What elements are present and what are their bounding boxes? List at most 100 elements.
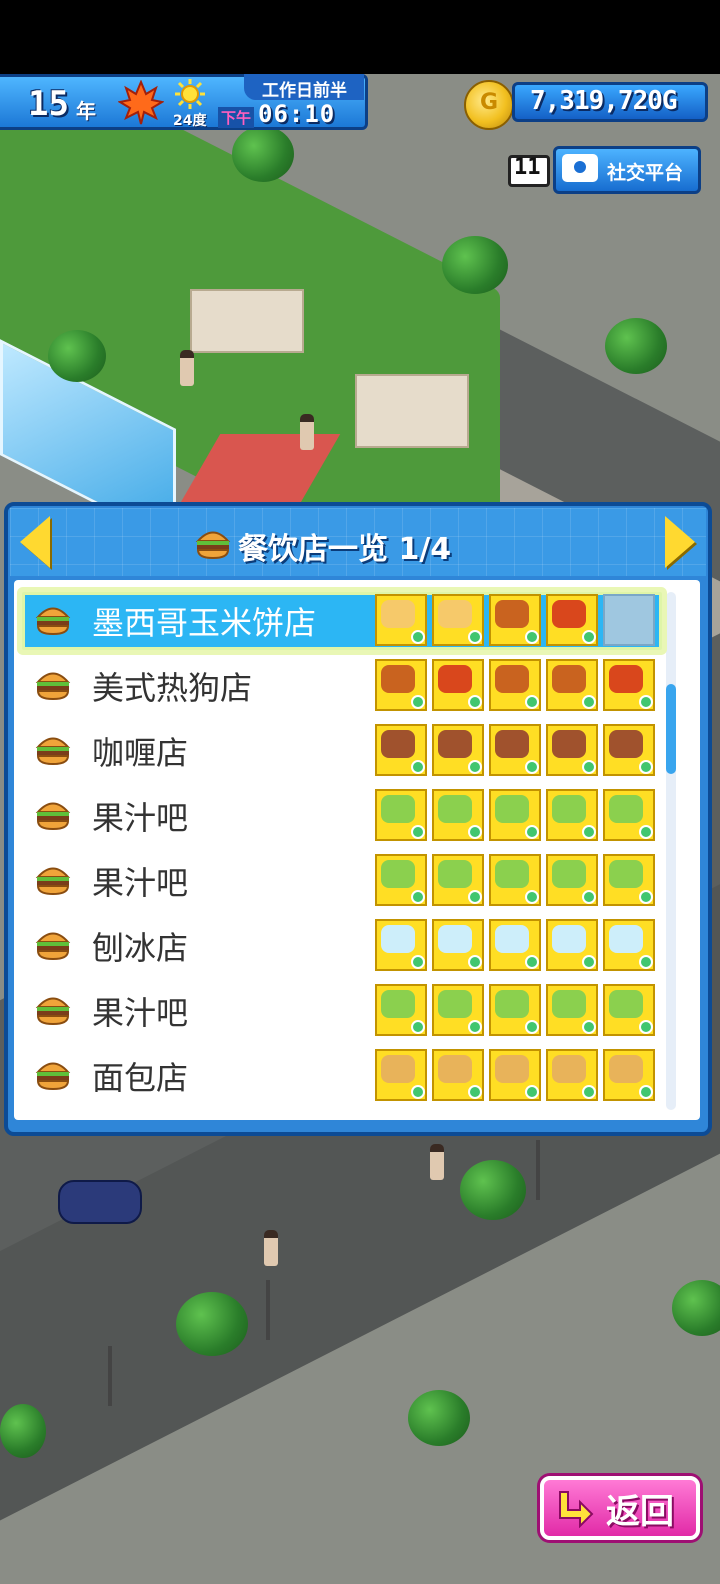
checkmark-icon: [639, 1020, 653, 1034]
shaved-ice-item-icon[interactable]: [546, 919, 598, 971]
burger-icon: [35, 607, 71, 636]
bread-item-icon[interactable]: [546, 1049, 598, 1101]
juice-item-icon[interactable]: [489, 789, 541, 841]
shaved-ice-item-icon[interactable]: [489, 919, 541, 971]
next-page-arrow-icon[interactable]: [665, 516, 695, 568]
visitor[interactable]: [430, 1144, 444, 1180]
drumstick-item-icon[interactable]: [546, 659, 598, 711]
burger-icon: [35, 672, 71, 701]
burger-icon: [35, 932, 71, 961]
tent: [355, 374, 469, 448]
checkmark-icon: [525, 1020, 539, 1034]
visitor[interactable]: [180, 350, 194, 386]
scrollbar-thumb[interactable]: [666, 684, 676, 774]
drumstick-item-icon[interactable]: [489, 659, 541, 711]
juice-item-icon[interactable]: [546, 984, 598, 1036]
juice-icon: [609, 860, 643, 888]
juice-item-icon[interactable]: [375, 789, 427, 841]
burger-icon: [35, 737, 71, 766]
juice-item-icon[interactable]: [546, 854, 598, 906]
bread-item-icon[interactable]: [489, 1049, 541, 1101]
curry-item-icon[interactable]: [546, 724, 598, 776]
curry-icon: [609, 730, 643, 758]
visitor[interactable]: [300, 414, 314, 450]
juice-icon: [552, 795, 586, 823]
year-unit: 年: [76, 99, 96, 123]
visitor[interactable]: [264, 1230, 278, 1266]
drumstick-icon: [552, 665, 586, 693]
drumstick-icon: [495, 665, 529, 693]
year-value: 15: [28, 84, 69, 124]
checkmark-icon: [525, 760, 539, 774]
maple-leaf-icon: [118, 80, 164, 125]
shop-name: 果汁吧: [92, 799, 189, 837]
juice-icon: [438, 990, 472, 1018]
shaved-ice-item-icon[interactable]: [375, 919, 427, 971]
checkmark-icon: [582, 1085, 596, 1099]
bread-icon: [552, 1055, 586, 1083]
previous-page-arrow-icon[interactable]: [20, 516, 50, 568]
shaved-ice-icon: [381, 925, 415, 953]
shaved-ice-icon: [609, 925, 643, 953]
return-arrow-icon: [559, 1491, 594, 1528]
empty-item-slot[interactable]: [603, 594, 655, 646]
drumstick-icon: [495, 600, 529, 628]
checkmark-icon: [582, 825, 596, 839]
corndog-item-icon[interactable]: [546, 594, 598, 646]
checkmark-icon: [639, 890, 653, 904]
burger-icon: [195, 531, 231, 560]
shop-name: 果汁吧: [92, 864, 189, 902]
shop-name: 咖喱店: [92, 734, 189, 772]
juice-item-icon[interactable]: [603, 854, 655, 906]
juice-icon: [381, 990, 415, 1018]
corndog-item-icon[interactable]: [432, 659, 484, 711]
juice-icon: [495, 990, 529, 1018]
checkmark-icon: [639, 695, 653, 709]
checkmark-icon: [582, 695, 596, 709]
juice-item-icon[interactable]: [603, 789, 655, 841]
juice-item-icon[interactable]: [489, 984, 541, 1036]
checkmark-icon: [525, 955, 539, 969]
bread-item-icon[interactable]: [375, 1049, 427, 1101]
juice-item-icon[interactable]: [546, 789, 598, 841]
bread-item-icon[interactable]: [432, 1049, 484, 1101]
curry-item-icon[interactable]: [375, 724, 427, 776]
sun-icon: [175, 79, 205, 109]
juice-item-icon[interactable]: [489, 854, 541, 906]
drumstick-item-icon[interactable]: [375, 659, 427, 711]
bread-item-icon[interactable]: [603, 1049, 655, 1101]
burger-icon: [35, 1062, 71, 1091]
checkmark-icon: [411, 1085, 425, 1099]
juice-item-icon[interactable]: [603, 984, 655, 1036]
checkmark-icon: [411, 760, 425, 774]
juice-item-icon[interactable]: [432, 854, 484, 906]
checkmark-icon: [582, 760, 596, 774]
checkmark-icon: [525, 695, 539, 709]
juice-item-icon[interactable]: [432, 789, 484, 841]
bread-icon: [495, 1055, 529, 1083]
juice-item-icon[interactable]: [375, 984, 427, 1036]
bread-icon: [609, 1055, 643, 1083]
taco-item-icon[interactable]: [432, 594, 484, 646]
curry-item-icon[interactable]: [603, 724, 655, 776]
checkmark-icon: [411, 630, 425, 644]
curry-item-icon[interactable]: [432, 724, 484, 776]
corndog-icon: [609, 665, 643, 693]
scrollbar[interactable]: [666, 592, 676, 1110]
shaved-ice-item-icon[interactable]: [603, 919, 655, 971]
checkmark-icon: [411, 825, 425, 839]
notification-count: 11: [514, 155, 541, 180]
tree: [460, 1160, 526, 1220]
checkmark-icon: [639, 1085, 653, 1099]
juice-item-icon[interactable]: [432, 984, 484, 1036]
corndog-item-icon[interactable]: [603, 659, 655, 711]
curry-item-icon[interactable]: [489, 724, 541, 776]
drumstick-item-icon[interactable]: [489, 594, 541, 646]
shaved-ice-icon: [438, 925, 472, 953]
shaved-ice-icon: [552, 925, 586, 953]
curry-icon: [381, 730, 415, 758]
corndog-icon: [552, 600, 586, 628]
shaved-ice-item-icon[interactable]: [432, 919, 484, 971]
taco-item-icon[interactable]: [375, 594, 427, 646]
juice-item-icon[interactable]: [375, 854, 427, 906]
